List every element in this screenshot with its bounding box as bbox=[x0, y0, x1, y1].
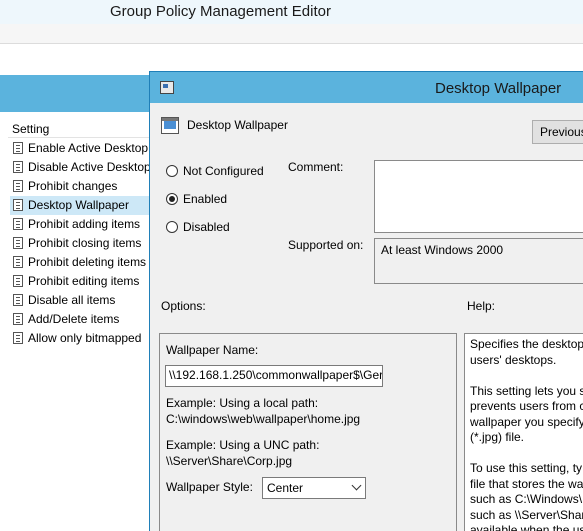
help-text-line: prevents users from c bbox=[470, 399, 583, 413]
setting-row[interactable]: Prohibit deleting items bbox=[10, 253, 150, 272]
setting-row-label: Disable all items bbox=[28, 293, 116, 307]
setting-row-label: Prohibit editing items bbox=[28, 274, 140, 288]
comment-label: Comment: bbox=[288, 160, 344, 174]
setting-row-label: Prohibit changes bbox=[28, 179, 118, 193]
wallpaper-style-label: Wallpaper Style: bbox=[166, 480, 253, 494]
wallpaper-name-input[interactable]: \\192.168.1.250\commonwallpaper$\Ger bbox=[165, 365, 383, 387]
setting-row[interactable]: Disable Active Desktop bbox=[10, 158, 150, 177]
help-text-line: (*.jpg) file. bbox=[470, 430, 525, 444]
dialog-titlebar[interactable]: Desktop Wallpaper bbox=[150, 72, 583, 103]
setting-row[interactable]: Enable Active Desktop bbox=[10, 139, 150, 158]
setting-row[interactable]: Allow only bitmapped bbox=[10, 329, 150, 348]
example-unc-path: \\Server\Share\Corp.jpg bbox=[166, 454, 293, 468]
comment-textarea[interactable] bbox=[374, 160, 583, 233]
policy-document-icon bbox=[13, 275, 23, 287]
help-panel: Specifies the desktop users' desktops. Thi… bbox=[464, 333, 583, 531]
policy-document-icon bbox=[13, 161, 23, 173]
previous-setting-button[interactable]: Previous bbox=[532, 120, 583, 144]
policy-document-icon bbox=[13, 256, 23, 268]
help-label: Help: bbox=[467, 299, 496, 313]
options-panel: Wallpaper Name: \\192.168.1.250\commonwa… bbox=[159, 333, 457, 531]
policy-document-icon bbox=[13, 180, 23, 192]
policy-document-icon bbox=[13, 142, 23, 154]
settings-column-label: Setting bbox=[12, 122, 50, 136]
setting-row-label: Desktop Wallpaper bbox=[28, 198, 129, 212]
setting-row-label: Disable Active Desktop bbox=[28, 160, 150, 174]
policy-setting-icon bbox=[161, 117, 179, 134]
policy-document-icon bbox=[13, 199, 23, 211]
options-label: Options: bbox=[161, 299, 206, 313]
help-text-line: such as \\Server\Shar bbox=[470, 507, 583, 522]
policy-document-icon bbox=[13, 332, 23, 344]
policy-document-icon bbox=[13, 313, 23, 325]
setting-row[interactable]: Prohibit adding items bbox=[10, 215, 150, 234]
help-text-line: To use this setting, ty bbox=[470, 461, 583, 475]
setting-row[interactable]: Desktop Wallpaper bbox=[10, 196, 150, 215]
supported-on-label: Supported on: bbox=[288, 238, 364, 252]
policy-name: Desktop Wallpaper bbox=[187, 118, 288, 132]
help-text-line: available when the us bbox=[470, 523, 583, 531]
help-text-line: This setting lets you s bbox=[470, 383, 583, 398]
setting-row-label: Enable Active Desktop bbox=[28, 141, 149, 155]
policy-document-icon bbox=[13, 218, 23, 230]
wallpaper-name-label: Wallpaper Name: bbox=[166, 343, 259, 357]
supported-on-field: At least Windows 2000 bbox=[374, 238, 583, 284]
help-text-line: Specifies the desktop bbox=[470, 337, 583, 351]
wallpaper-style-select[interactable]: Center bbox=[262, 477, 366, 499]
policy-window-icon[interactable] bbox=[160, 81, 174, 94]
policy-document-icon bbox=[13, 237, 23, 249]
setting-row[interactable]: Add/Delete items bbox=[10, 310, 150, 329]
editor-titlebar: Group Policy Management Editor bbox=[0, 0, 583, 24]
editor-pane-header bbox=[0, 75, 150, 112]
help-text-line: file that stores the wa bbox=[470, 476, 583, 491]
radio-disabled-label: Disabled bbox=[183, 220, 230, 234]
help-text-line: users' desktops. bbox=[470, 352, 557, 367]
editor-toolbar bbox=[0, 24, 583, 44]
dialog-title: Desktop Wallpaper bbox=[435, 80, 562, 97]
setting-row[interactable]: Disable all items bbox=[10, 291, 150, 310]
example-unc-label: Example: Using a UNC path: bbox=[166, 438, 320, 452]
setting-row[interactable]: Prohibit changes bbox=[10, 177, 150, 196]
setting-row-label: Allow only bitmapped bbox=[28, 331, 142, 345]
setting-row[interactable]: Prohibit closing items bbox=[10, 234, 150, 253]
help-text-line: wallpaper you specify bbox=[470, 414, 583, 429]
editor-title: Group Policy Management Editor bbox=[110, 3, 331, 20]
policy-document-icon bbox=[13, 294, 23, 306]
desktop-wallpaper-dialog: Desktop Wallpaper Desktop Wallpaper Prev… bbox=[149, 71, 583, 531]
setting-row[interactable]: Prohibit editing items bbox=[10, 272, 150, 291]
help-text-line: such as C:\Windows\ bbox=[470, 492, 583, 506]
settings-column-header[interactable]: Setting bbox=[8, 120, 150, 138]
radio-disabled-circle[interactable] bbox=[166, 221, 178, 233]
radio-not-configured-label: Not Configured bbox=[183, 164, 264, 178]
radio-enabled-label: Enabled bbox=[183, 192, 228, 206]
setting-row-label: Prohibit closing items bbox=[28, 236, 142, 250]
setting-row-label: Prohibit deleting items bbox=[28, 255, 147, 269]
example-local-path: C:\windows\web\wallpaper\home.jpg bbox=[166, 412, 361, 426]
radio-enabled-circle[interactable] bbox=[166, 193, 178, 205]
chevron-down-icon bbox=[351, 480, 362, 491]
wallpaper-style-value: Center bbox=[267, 481, 304, 495]
setting-row-label: Add/Delete items bbox=[28, 312, 120, 326]
radio-not-configured-circle[interactable] bbox=[166, 165, 178, 177]
setting-row-label: Prohibit adding items bbox=[28, 217, 141, 231]
example-local-label: Example: Using a local path: bbox=[166, 396, 319, 410]
